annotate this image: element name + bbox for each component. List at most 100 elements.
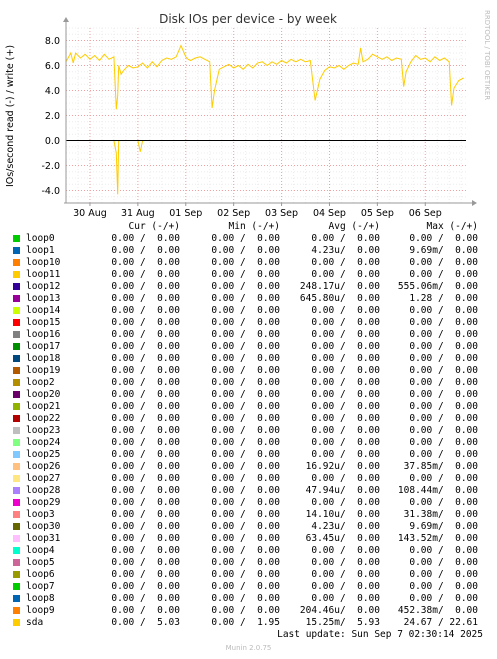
legend-avg: 0.00 / 0.00 [311, 401, 380, 412]
legend-name: loop5 [26, 557, 55, 568]
legend-max: 108.44m/ 0.00 [397, 485, 478, 496]
legend-cur: 0.00 / 0.00 [111, 389, 180, 400]
legend-cur: 0.00 / 0.00 [111, 365, 180, 376]
legend-max: 9.69m/ 0.00 [409, 521, 478, 532]
legend-swatch [13, 487, 20, 494]
legend-min: 0.00 / 0.00 [211, 545, 280, 556]
header-min: Min (-/+) [228, 221, 280, 232]
legend-min: 0.00 / 1.95 [211, 617, 280, 628]
legend-min: 0.00 / 0.00 [211, 413, 280, 424]
legend-min: 0.00 / 0.00 [211, 389, 280, 400]
legend-row: loop29 0.00 / 0.00 0.00 / 0.00 0.00 / 0.00 0… [0, 497, 497, 509]
legend-avg: 0.00 / 0.00 [311, 269, 380, 280]
legend-swatch [13, 367, 20, 374]
legend-name: loop22 [26, 413, 61, 424]
legend-min: 0.00 / 0.00 [211, 281, 280, 292]
legend-name: loop9 [26, 605, 55, 616]
legend-row: loop17 0.00 / 0.00 0.00 / 0.00 0.00 / 0.00 0… [0, 341, 497, 353]
legend-swatch [13, 595, 20, 602]
legend-max: 0.00 / 0.00 [409, 317, 478, 328]
legend-avg: 16.92u/ 0.00 [305, 461, 380, 472]
legend-name: loop4 [26, 545, 55, 556]
legend-row: loop15 0.00 / 0.00 0.00 / 0.00 0.00 / 0.00 0… [0, 317, 497, 329]
header-max: Max (-/+) [426, 221, 478, 232]
legend-row: loop24 0.00 / 0.00 0.00 / 0.00 0.00 / 0.00 0… [0, 437, 497, 449]
legend-row: loop12 0.00 / 0.00 0.00 / 0.00 248.17u/ 0.0… [0, 281, 497, 293]
legend-row: loop1 0.00 / 0.00 0.00 / 0.00 4.23u/ 0.00 9.… [0, 245, 497, 257]
legend-name: loop20 [26, 389, 61, 400]
legend-swatch [13, 511, 20, 518]
legend-max: 0.00 / 0.00 [409, 233, 478, 244]
legend-cur: 0.00 / 5.03 [111, 617, 180, 628]
legend-swatch [13, 523, 20, 530]
legend-swatch [13, 403, 20, 410]
legend-row: loop3 0.00 / 0.00 0.00 / 0.00 14.10u/ 0.00 3… [0, 509, 497, 521]
legend-max: 0.00 / 0.00 [409, 569, 478, 580]
y-tick-label: 6.0 [45, 61, 60, 72]
legend-swatch [13, 247, 20, 254]
legend-cur: 0.00 / 0.00 [111, 581, 180, 592]
legend-row: loop8 0.00 / 0.00 0.00 / 0.00 0.00 / 0.00 0.… [0, 593, 497, 605]
x-tick-label: 03 Sep [265, 208, 298, 219]
legend-max: 0.00 / 0.00 [409, 365, 478, 376]
x-ticks: 30 Aug 31 Aug 01 Sep 02 Sep 03 Sep 04 Sep 05 S… [73, 203, 442, 219]
legend-name: loop21 [26, 401, 61, 412]
legend-cur: 0.00 / 0.00 [111, 569, 180, 580]
legend-row: loop16 0.00 / 0.00 0.00 / 0.00 0.00 / 0.00 0… [0, 329, 497, 341]
legend-avg: 0.00 / 0.00 [311, 569, 380, 580]
legend-row: loop23 0.00 / 0.00 0.00 / 0.00 0.00 / 0.00 0… [0, 425, 497, 437]
legend-name: loop26 [26, 461, 61, 472]
legend-max: 0.00 / 0.00 [409, 305, 478, 316]
legend-min: 0.00 / 0.00 [211, 257, 280, 268]
legend-row: loop28 0.00 / 0.00 0.00 / 0.00 47.94u/ 0.00… [0, 485, 497, 497]
chart: Disk IOs per device - by week IOs/second… [5, 10, 491, 219]
legend-cur: 0.00 / 0.00 [111, 305, 180, 316]
legend-name: loop14 [26, 305, 61, 316]
legend-swatch [13, 475, 20, 482]
legend-max: 0.00 / 0.00 [409, 257, 478, 268]
legend-name: loop23 [26, 425, 61, 436]
legend-avg: 0.00 / 0.00 [311, 581, 380, 592]
legend-avg: 0.00 / 0.00 [311, 257, 380, 268]
legend-min: 0.00 / 0.00 [211, 305, 280, 316]
legend-avg: 0.00 / 0.00 [311, 557, 380, 568]
legend-row: loop30 0.00 / 0.00 0.00 / 0.00 4.23u/ 0.00 9… [0, 521, 497, 533]
y-ticks: 8.0 6.0 4.0 2.0 0.0 -2.0 -4.0 [41, 36, 60, 197]
y-tick-label: -2.0 [41, 161, 60, 172]
legend-name: loop24 [26, 437, 61, 448]
legend-avg: 0.00 / 0.00 [311, 317, 380, 328]
legend-name: loop29 [26, 497, 61, 508]
legend-max: 0.00 / 0.00 [409, 545, 478, 556]
legend-max: 0.00 / 0.00 [409, 377, 478, 388]
y-tick-label: 0.0 [45, 136, 60, 147]
legend-name: loop6 [26, 569, 55, 580]
legend-cur: 0.00 / 0.00 [111, 281, 180, 292]
legend-cur: 0.00 / 0.00 [111, 257, 180, 268]
legend-cur: 0.00 / 0.00 [111, 533, 180, 544]
legend-name: loop13 [26, 293, 61, 304]
legend-row: loop4 0.00 / 0.00 0.00 / 0.00 0.00 / 0.00 0.… [0, 545, 497, 557]
legend-name: loop28 [26, 485, 61, 496]
legend-min: 0.00 / 0.00 [211, 497, 280, 508]
legend-swatch [13, 547, 20, 554]
legend-row: loop7 0.00 / 0.00 0.00 / 0.00 0.00 / 0.00 0.… [0, 581, 497, 593]
y-axis-arrow [63, 17, 69, 22]
legend-swatch [13, 607, 20, 614]
legend-row: sda 0.00 / 5.03 0.00 / 1.95 15.25m/ 5.93 24.… [0, 617, 497, 629]
legend-avg: 0.00 / 0.00 [311, 593, 380, 604]
legend-avg: 248.17u/ 0.00 [299, 281, 380, 292]
legend-avg: 4.23u/ 0.00 [311, 245, 380, 256]
legend-cur: 0.00 / 0.00 [111, 557, 180, 568]
legend-row: loop26 0.00 / 0.00 0.00 / 0.00 16.92u/ 0.00… [0, 461, 497, 473]
legend-avg: 0.00 / 0.00 [311, 341, 380, 352]
legend-max: 0.00 / 0.00 [409, 401, 478, 412]
legend-max: 143.52m/ 0.00 [397, 533, 478, 544]
legend-max: 0.00 / 0.00 [409, 341, 478, 352]
legend-name: loop25 [26, 449, 61, 460]
legend-max: 0.00 / 0.00 [409, 413, 478, 424]
legend-avg: 204.46u/ 0.00 [299, 605, 380, 616]
legend-min: 0.00 / 0.00 [211, 353, 280, 364]
y-tick-label: -4.0 [41, 186, 60, 197]
legend-min: 0.00 / 0.00 [211, 233, 280, 244]
legend-swatch [13, 439, 20, 446]
